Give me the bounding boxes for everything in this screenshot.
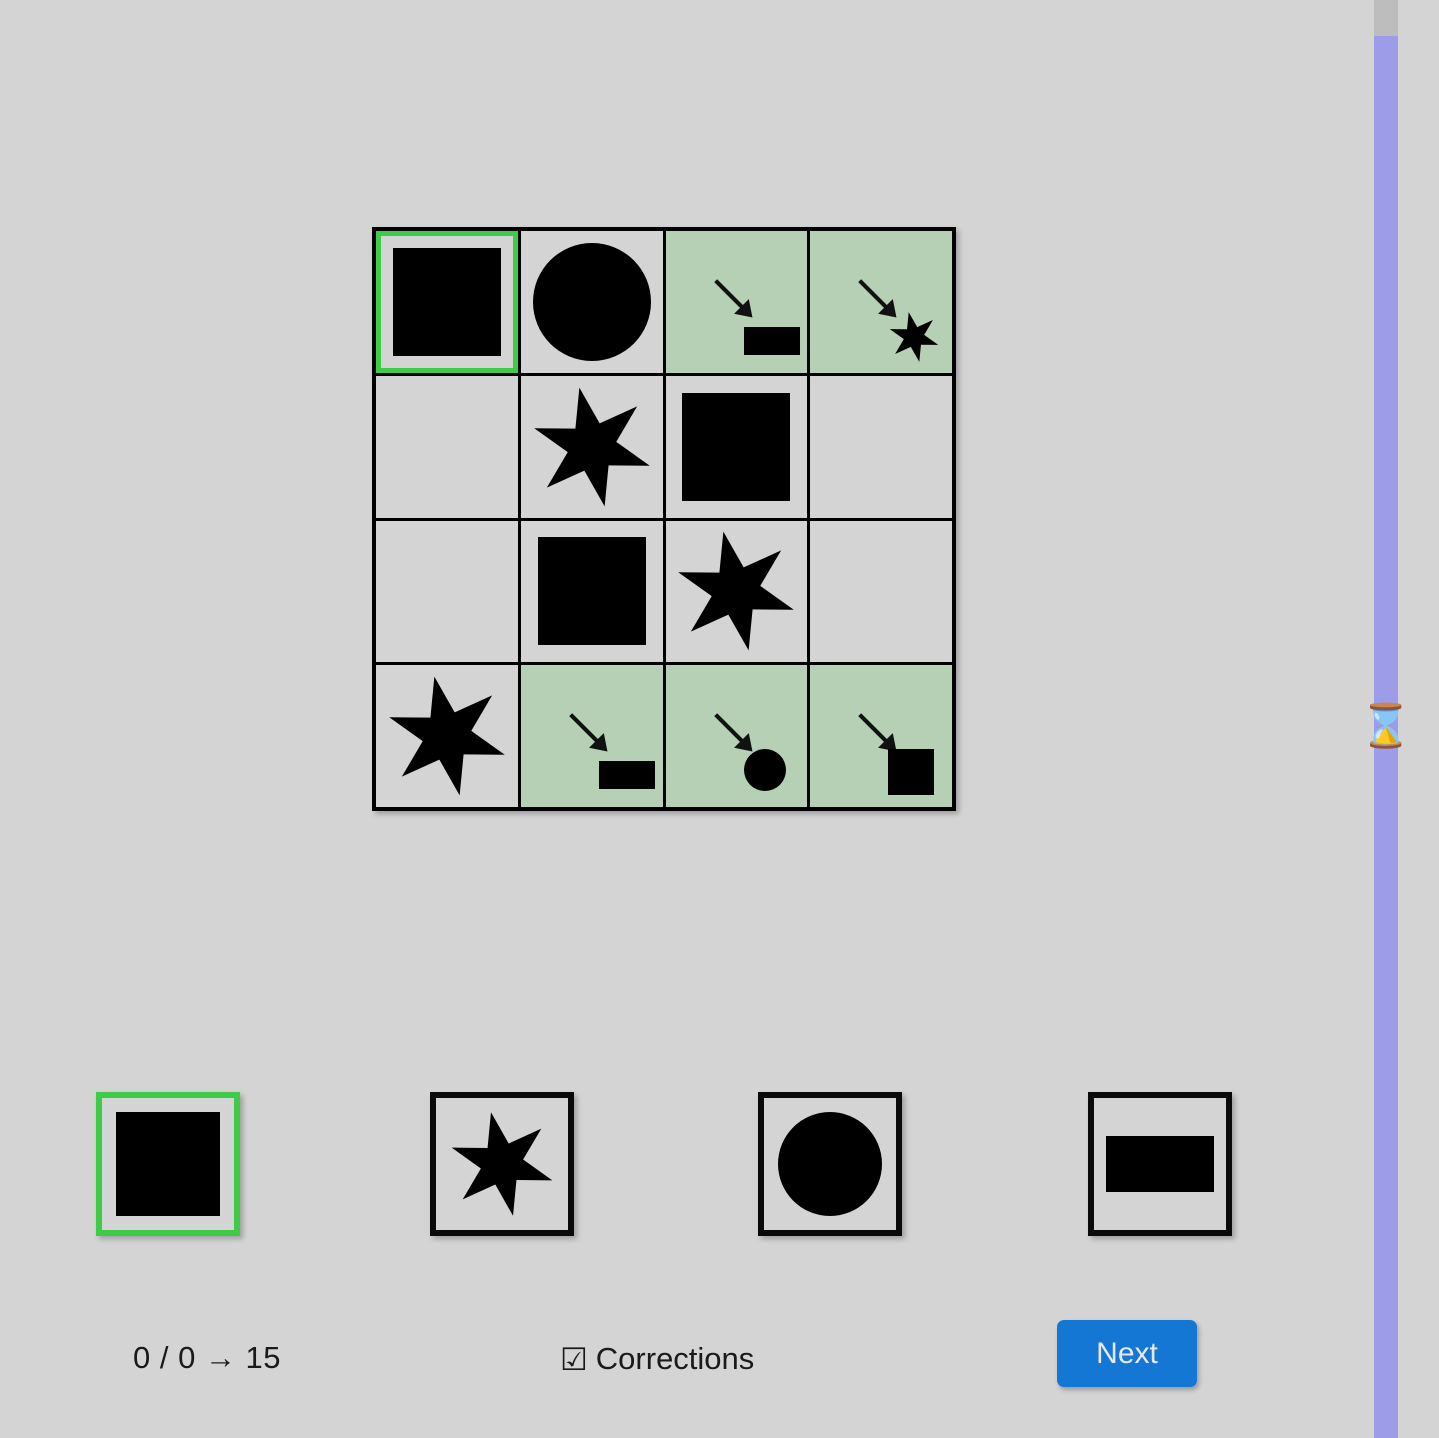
star-icon xyxy=(888,311,940,363)
cell-shape xyxy=(532,242,651,361)
grid-cell-r3-c3[interactable] xyxy=(810,665,952,807)
cell-shape xyxy=(682,392,791,501)
score-counter: 0 / 0 → 15 xyxy=(133,1340,282,1375)
grid-cell-r0-c3[interactable] xyxy=(810,231,952,373)
square-icon xyxy=(537,537,646,646)
arrow-down-right-icon xyxy=(567,711,613,757)
palette-tile-square[interactable] xyxy=(96,1092,240,1236)
palette-tile-star[interactable] xyxy=(430,1092,574,1236)
next-button[interactable]: Next xyxy=(1057,1320,1197,1387)
grid-cell-r1-c0[interactable] xyxy=(376,375,518,518)
square-icon xyxy=(116,1112,220,1216)
circle-icon xyxy=(778,1112,882,1216)
grid-cell-r2-c0[interactable] xyxy=(376,520,518,663)
palette-tile-rectangle[interactable] xyxy=(1088,1092,1232,1236)
grid-cell-r0-c0[interactable] xyxy=(376,231,518,373)
corrections-label: Corrections xyxy=(595,1341,755,1376)
rectangle-icon xyxy=(743,327,800,355)
star-icon xyxy=(385,674,509,798)
rectangle-icon xyxy=(598,761,655,790)
grid-cell-r3-c2[interactable] xyxy=(665,665,808,807)
cell-shape xyxy=(674,529,798,653)
correction-hint xyxy=(521,665,663,807)
hourglass-glyph: ⌛ xyxy=(1359,702,1413,749)
puzzle-grid[interactable] xyxy=(372,227,956,811)
corrections-toggle[interactable]: ☑ Corrections xyxy=(560,1341,754,1377)
grid-cell-r1-c1[interactable] xyxy=(520,375,663,518)
correction-hint xyxy=(810,231,952,373)
grid-cell-r1-c3[interactable] xyxy=(810,375,952,518)
rectangle-icon xyxy=(1106,1136,1214,1192)
square-icon xyxy=(682,392,791,501)
grid-cell-r0-c2[interactable] xyxy=(665,231,808,373)
grid-cell-r2-c1[interactable] xyxy=(520,520,663,663)
cell-shape xyxy=(537,537,646,646)
arrow-down-right-icon xyxy=(712,711,758,757)
correction-hint xyxy=(666,231,808,373)
cell-shape xyxy=(530,385,654,509)
star-icon xyxy=(674,529,798,653)
circle-icon xyxy=(743,749,786,792)
hourglass-icon: ⌛ xyxy=(1359,697,1413,755)
star-icon xyxy=(530,385,654,509)
grid-cell-r2-c2[interactable] xyxy=(665,520,808,663)
circle-icon xyxy=(532,242,651,361)
arrow-down-right-icon xyxy=(712,277,758,323)
correction-hint xyxy=(810,665,952,807)
grid-cell-r2-c3[interactable] xyxy=(810,520,952,663)
star-icon xyxy=(448,1110,556,1218)
correction-hint xyxy=(666,665,808,807)
square-icon xyxy=(392,247,501,356)
grid-cell-r0-c1[interactable] xyxy=(520,231,663,373)
palette-tile-circle[interactable] xyxy=(758,1092,902,1236)
cell-shape xyxy=(385,674,509,798)
grid-cell-r1-c2[interactable] xyxy=(665,375,808,518)
square-icon xyxy=(888,749,935,796)
cell-shape xyxy=(392,247,501,356)
checkbox-checked-icon[interactable]: ☑ xyxy=(560,1344,588,1375)
grid-cell-r3-c1[interactable] xyxy=(520,665,663,807)
grid-cell-r3-c0[interactable] xyxy=(376,665,518,807)
